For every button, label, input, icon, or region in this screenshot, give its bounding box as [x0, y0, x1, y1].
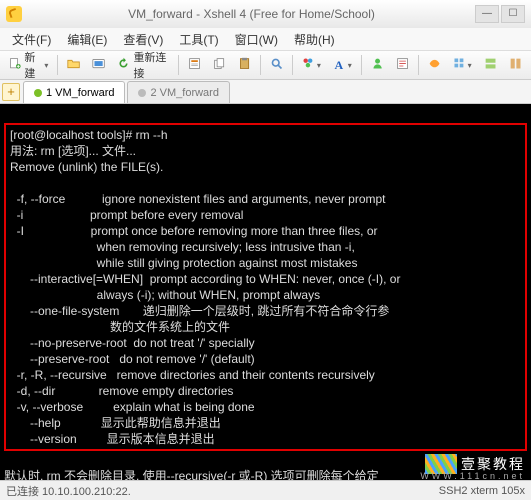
paste-button[interactable] [233, 54, 256, 76]
term-line: always (-i); without WHEN, prompt always [10, 288, 320, 302]
add-tab-button[interactable]: + [2, 83, 20, 101]
search-icon [270, 57, 283, 73]
term-line: -I prompt once before removing more than… [10, 224, 378, 238]
menu-file[interactable]: 文件(F) [4, 29, 59, 50]
term-line: --preserve-root do not remove '/' (defau… [10, 352, 255, 366]
user-icon [371, 57, 384, 73]
hsplit-button[interactable] [479, 54, 502, 76]
xftp-button[interactable] [423, 54, 446, 76]
menu-view[interactable]: 查看(V) [115, 29, 171, 50]
tab-1[interactable]: 1 VM_forward [23, 81, 125, 103]
watermark: 壹聚教程 WWW.111cn.net [425, 454, 525, 474]
find-button[interactable] [265, 54, 288, 76]
paste-icon [238, 57, 251, 73]
term-line: -v, --verbose explain what is being done [10, 400, 255, 414]
term-line: --one-file-system 递归删除一个层级时, 跳过所有不符合命令行参 [10, 304, 389, 318]
copy-icon [213, 57, 226, 73]
tab-1-label: 1 VM_forward [46, 87, 114, 99]
reconnect-button[interactable]: 重新连接 [112, 54, 174, 76]
term-line: -d, --dir remove empty directories [10, 384, 233, 398]
menu-tools[interactable]: 工具(T) [171, 29, 226, 50]
window-buttons: — ☐ [475, 5, 525, 23]
palette-icon [302, 57, 314, 73]
term-line: when removing recursively; less intrusiv… [10, 240, 355, 254]
terminal[interactable]: [root@localhost tools]# rm --h 用法: rm [选… [0, 104, 531, 500]
maximize-button[interactable]: ☐ [501, 5, 525, 23]
term-line: --version 显示版本信息并退出 [10, 432, 215, 446]
user-button[interactable] [366, 54, 389, 76]
reconnect-icon [117, 57, 130, 73]
term-line: Remove (unlink) the FILE(s). [10, 160, 163, 174]
term-line: --interactive[=WHEN] prompt according to… [10, 272, 400, 286]
new-label: 新建 [24, 49, 41, 81]
dropdown-icon: ▾ [44, 61, 48, 70]
reconnect-label: 重新连接 [133, 49, 169, 81]
term-line: while still giving protection against mo… [10, 256, 357, 270]
term-line: 数的文件系统上的文件 [10, 320, 230, 334]
hsplit-icon [484, 57, 497, 73]
toolbar: 新建 ▾ 重新连接 ▾ A▾ ▾ [0, 50, 531, 80]
props-icon [188, 57, 201, 73]
open-button[interactable] [62, 54, 85, 76]
term-line: 用法: rm [选项]... 文件... [10, 144, 136, 158]
status-dot-icon [138, 89, 146, 97]
term-line: --no-preserve-root do not treat '/' spec… [10, 336, 255, 350]
term-line: [root@localhost tools]# rm --h [10, 128, 168, 142]
term-line: --help 显示此帮助信息并退出 [10, 416, 221, 430]
menu-help[interactable]: 帮助(H) [286, 29, 343, 50]
status-right: SSH2 xterm 105x [439, 485, 525, 497]
layout-button[interactable]: ▾ [448, 54, 477, 76]
term-line: -r, -R, --recursive remove directories a… [10, 368, 375, 382]
copy-button[interactable] [208, 54, 231, 76]
new-button[interactable]: 新建 ▾ [4, 54, 53, 76]
title-bar: VM_forward - Xshell 4 (Free for Home/Sch… [0, 0, 531, 28]
status-bar: 已连接 10.10.100.210:22. SSH2 xterm 105x [0, 480, 531, 500]
window-title: VM_forward - Xshell 4 (Free for Home/Sch… [28, 7, 475, 21]
term-line: -i prompt before every removal [10, 208, 243, 222]
xftp-icon [428, 57, 441, 73]
term-line: -f, --force ignore nonexistent files and… [10, 192, 386, 206]
status-dot-icon [34, 89, 42, 97]
minimize-button[interactable]: — [475, 5, 499, 23]
tab-bar: + 1 VM_forward 2 VM_forward [0, 80, 531, 104]
layout-icon [453, 57, 465, 73]
font-button[interactable]: A▾ [328, 54, 357, 76]
folder-icon [67, 57, 80, 73]
connect-button[interactable] [87, 54, 110, 76]
connect-icon [92, 57, 105, 73]
menu-window[interactable]: 窗口(W) [227, 29, 286, 50]
menu-bar: 文件(F) 编辑(E) 查看(V) 工具(T) 窗口(W) 帮助(H) [0, 28, 531, 50]
tab-2-label: 2 VM_forward [150, 87, 218, 99]
menu-edit[interactable]: 编辑(E) [59, 29, 115, 50]
new-icon [9, 57, 21, 73]
highlighted-block: [root@localhost tools]# rm --h 用法: rm [选… [4, 123, 527, 451]
vsplit-button[interactable] [504, 54, 527, 76]
font-icon: A [333, 57, 345, 73]
status-left: 已连接 10.10.100.210:22. [6, 483, 131, 499]
app-icon [6, 6, 22, 22]
script-icon [396, 57, 409, 73]
props-button[interactable] [183, 54, 206, 76]
color1-button[interactable]: ▾ [297, 54, 326, 76]
tab-2[interactable]: 2 VM_forward [127, 81, 229, 103]
script-button[interactable] [391, 54, 414, 76]
vsplit-icon [509, 57, 522, 73]
